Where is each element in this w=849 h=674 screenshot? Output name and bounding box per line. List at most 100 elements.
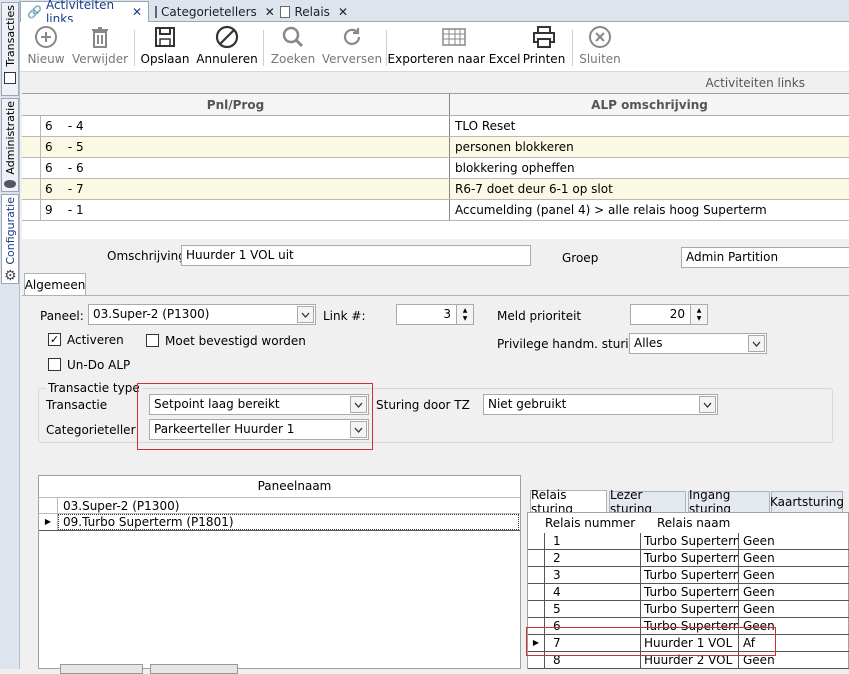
omschrijving-label: Omschrijving: [107, 249, 186, 263]
export-excel-button[interactable]: Exporteren naar Excel: [388, 24, 521, 66]
checkmark-icon: ✓: [49, 333, 60, 346]
table-row[interactable]: 6 - 7 R6-7 doet deur 6-1 op slot: [22, 179, 849, 200]
cell-pnl: 6 - 7: [41, 179, 450, 199]
search-button[interactable]: Zoeken: [270, 24, 316, 66]
cell-relais-status[interactable]: Geen: [739, 601, 847, 617]
table-row[interactable]: 6 - 4 TLO Reset: [22, 116, 849, 137]
grid-title: Activiteiten links: [705, 76, 805, 90]
table-row[interactable]: 2 Turbo Superterm Geen: [528, 550, 849, 567]
bottom-button[interactable]: [60, 664, 143, 674]
cell-pnl: 6 - 6: [41, 158, 450, 178]
row-selector: [528, 550, 545, 566]
table-row[interactable]: 3 Turbo Superterm Geen: [528, 567, 849, 584]
save-button[interactable]: Opslaan: [141, 24, 189, 66]
paneel-select[interactable]: 03.Super-2 (P1300): [88, 304, 316, 325]
column-header-paneelnaam[interactable]: Paneelnaam: [39, 476, 520, 497]
cell-relais-status[interactable]: Geen: [739, 567, 847, 583]
cell-relais-naam: Turbo Superterm: [641, 550, 739, 566]
column-header-relais-nummer[interactable]: Relais nummer: [545, 516, 635, 530]
cell-relais-naam: Turbo Superterm: [641, 601, 739, 617]
document-tab-strip: 🔗 Activiteiten links ✕ Categorietellers …: [20, 0, 849, 26]
spin-arrows-icon[interactable]: ▲ ▼: [456, 305, 473, 324]
highlight-box-relais: [526, 627, 776, 656]
cell-desc: Accumelding (panel 4) > alle relais hoog…: [455, 203, 767, 217]
undo-alp-checkbox[interactable]: [48, 358, 61, 371]
grid-header: Pnl/Prog ALP omschrijving: [22, 94, 849, 116]
highlight-box-transactie: [137, 383, 373, 450]
sturing-tz-select[interactable]: Niet gebruikt: [483, 394, 718, 415]
table-row[interactable]: 9 - 1 Accumelding (panel 4) > alle relais…: [22, 200, 849, 221]
cell-relais-naam: Turbo Superterm: [641, 584, 739, 600]
sidebar-tab-administratie[interactable]: Administratie: [1, 98, 19, 192]
bevestigd-checkbox[interactable]: [146, 334, 159, 347]
tab-algemeen[interactable]: Algemeen: [24, 273, 86, 296]
chevron-down-icon[interactable]: [699, 396, 716, 413]
privilege-select[interactable]: Alles: [629, 333, 767, 354]
floppy-disk-icon: [152, 24, 178, 50]
categorieteller-label: Categorieteller: [46, 423, 136, 437]
cell-pnl: 9 - 1: [41, 200, 450, 220]
paneel-label: Paneel:: [40, 309, 84, 323]
row-selector: [528, 601, 545, 617]
print-button[interactable]: Printen: [522, 24, 566, 66]
gear-icon: ⚙: [4, 267, 17, 284]
tab-relais-sturing[interactable]: Relais sturing: [530, 488, 607, 516]
chevron-down-icon[interactable]: [748, 335, 765, 352]
tab-categorietellers[interactable]: Categorietellers ✕: [149, 1, 278, 22]
table-row[interactable]: 1 Turbo Superterm Geen: [528, 533, 849, 550]
column-header-relais-naam[interactable]: Relais naam: [657, 516, 730, 530]
delete-button[interactable]: Verwijder: [72, 24, 128, 66]
refresh-icon: [339, 24, 365, 50]
row-selector: [528, 584, 545, 600]
cancel-button[interactable]: Annuleren: [196, 24, 258, 66]
tab-relais[interactable]: Relais ✕: [274, 1, 354, 22]
cancel-label: Annuleren: [196, 52, 258, 66]
row-selector: [528, 533, 545, 549]
plus-circle-icon: [33, 24, 59, 50]
users-icon: [4, 179, 16, 188]
activeren-label: Activeren: [67, 333, 124, 347]
close-button[interactable]: Sluiten: [578, 24, 622, 66]
table-row[interactable]: 6 - 5 personen blokkeren: [22, 137, 849, 158]
table-row[interactable]: 03.Super-2 (P1300): [39, 497, 520, 514]
cell-relais-status[interactable]: Geen: [739, 584, 847, 600]
omschrijving-input[interactable]: Huurder 1 VOL uit: [181, 245, 531, 266]
link-stepper[interactable]: 3 ▲ ▼: [396, 304, 474, 325]
cell-desc: blokkering opheffen: [455, 161, 575, 175]
link-value: 3: [443, 307, 451, 321]
table-row[interactable]: 5 Turbo Superterm Geen: [528, 601, 849, 618]
cell-relais-status[interactable]: Geen: [739, 533, 847, 549]
new-button[interactable]: Nieuw: [26, 24, 66, 66]
sidebar-tab-configuratie[interactable]: Configuratie ⚙: [1, 194, 19, 284]
close-label: Sluiten: [579, 52, 621, 66]
close-icon[interactable]: ✕: [338, 5, 348, 19]
meld-prioriteit-stepper[interactable]: 20 ▲ ▼: [630, 304, 708, 325]
spin-arrows-icon[interactable]: ▲ ▼: [690, 305, 707, 324]
column-header-pnl[interactable]: Pnl/Prog: [22, 94, 450, 115]
refresh-button[interactable]: Verversen: [322, 24, 382, 66]
groep-input[interactable]: Admin Partition: [681, 247, 849, 268]
tab-ingang-sturing[interactable]: Ingang sturing: [688, 488, 770, 516]
tab-label: Categorietellers: [161, 4, 257, 19]
tab-label: Relais: [294, 4, 330, 19]
table-row-selected[interactable]: ▶ 09.Turbo Superterm (P1801): [39, 514, 520, 531]
bottom-button[interactable]: [150, 664, 238, 674]
toolbar: Nieuw Verwijder Opslaan Annuleren Zoeken…: [20, 22, 849, 72]
cell-desc: TLO Reset: [455, 119, 516, 133]
tab-activiteiten-links[interactable]: 🔗 Activiteiten links ✕: [20, 0, 149, 26]
tab-lezer-sturing[interactable]: Lezer sturing: [609, 488, 686, 516]
table-row[interactable]: 6 - 6 blokkering opheffen: [22, 158, 849, 179]
bevestigd-label: Moet bevestigd worden: [165, 334, 306, 348]
column-header-alp[interactable]: ALP omschrijving: [450, 94, 849, 115]
chevron-down-icon[interactable]: [297, 306, 314, 323]
tab-kaartsturing[interactable]: Kaartsturing: [770, 491, 844, 513]
toolbar-separator: [572, 30, 573, 66]
table-row[interactable]: 4 Turbo Superterm Geen: [528, 584, 849, 601]
activeren-checkbox[interactable]: ✓: [48, 333, 61, 346]
cell-relais-status[interactable]: Geen: [739, 550, 847, 566]
sidebar-tab-transacties[interactable]: Transacties: [1, 2, 19, 96]
close-icon[interactable]: ✕: [132, 5, 142, 19]
cell-relais-nummer: 5: [545, 601, 641, 617]
paneel-value: 03.Super-2 (P1300): [93, 307, 210, 321]
cell-paneelnaam: 09.Turbo Superterm (P1801): [63, 515, 234, 529]
